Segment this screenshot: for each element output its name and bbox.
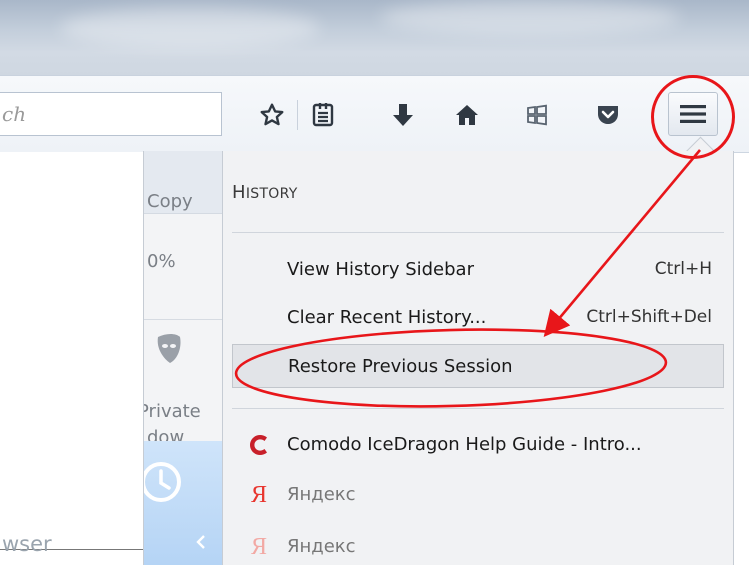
- menu-item-label: Restore Previous Session: [288, 356, 513, 377]
- yandex-icon: Я: [250, 534, 267, 560]
- keyboard-shortcut: Ctrl+Shift+Del: [586, 307, 712, 327]
- bookmark-star-icon[interactable]: [252, 95, 292, 135]
- history-entry[interactable]: Я Яндекс: [232, 525, 724, 569]
- background-cloud: [60, 8, 320, 48]
- page-text-browser: wser: [2, 532, 52, 556]
- annotation-circle: [651, 75, 735, 159]
- windows-tile-icon[interactable]: [517, 95, 557, 135]
- history-divider: [232, 408, 724, 409]
- history-panel-title: HISTORY: [232, 182, 298, 203]
- menu-item-label: Clear Recent History...: [287, 307, 487, 328]
- background-cloud: [380, 0, 680, 35]
- keyboard-shortcut: Ctrl+H: [654, 259, 712, 279]
- bookmarks-list-icon[interactable]: [303, 95, 343, 135]
- history-entry-label: Яндекс: [287, 484, 356, 505]
- clear-recent-history-item[interactable]: Clear Recent History... Ctrl+Shift+Del: [232, 296, 724, 340]
- history-entry[interactable]: Comodo IceDragon Help Guide - Intro...: [232, 423, 724, 467]
- pocket-icon[interactable]: [588, 95, 628, 135]
- private-mask-icon: [154, 331, 182, 371]
- window-titlebar: [0, 0, 749, 75]
- download-icon[interactable]: [383, 95, 423, 135]
- toolbar-separator: [297, 100, 298, 130]
- page-content: [0, 152, 150, 565]
- history-divider: [232, 232, 724, 233]
- view-history-sidebar-item[interactable]: View History Sidebar Ctrl+H: [232, 248, 724, 292]
- private-window-label[interactable]: Private: [144, 401, 201, 422]
- menu-divider: [144, 319, 223, 320]
- zoom-level: 0%: [147, 251, 176, 272]
- copy-button[interactable]: Copy: [147, 191, 193, 212]
- clock-icon: [144, 462, 181, 502]
- menu-item-label: View History Sidebar: [287, 259, 474, 280]
- yandex-icon: Я: [250, 482, 267, 508]
- history-entry-label: Comodo IceDragon Help Guide - Intro...: [287, 434, 642, 455]
- chevron-left-icon[interactable]: [194, 533, 208, 551]
- restore-previous-session-item[interactable]: Restore Previous Session: [232, 344, 724, 388]
- search-input[interactable]: ch: [0, 92, 222, 136]
- history-entry[interactable]: Я Яндекс: [232, 473, 724, 517]
- main-menu-panel: Copy 0% Private dow: [143, 151, 223, 565]
- history-entry-label: Яндекс: [287, 536, 356, 557]
- sync-promo-area: [144, 441, 223, 565]
- home-icon[interactable]: [447, 95, 487, 135]
- comodo-c-icon: [246, 432, 272, 458]
